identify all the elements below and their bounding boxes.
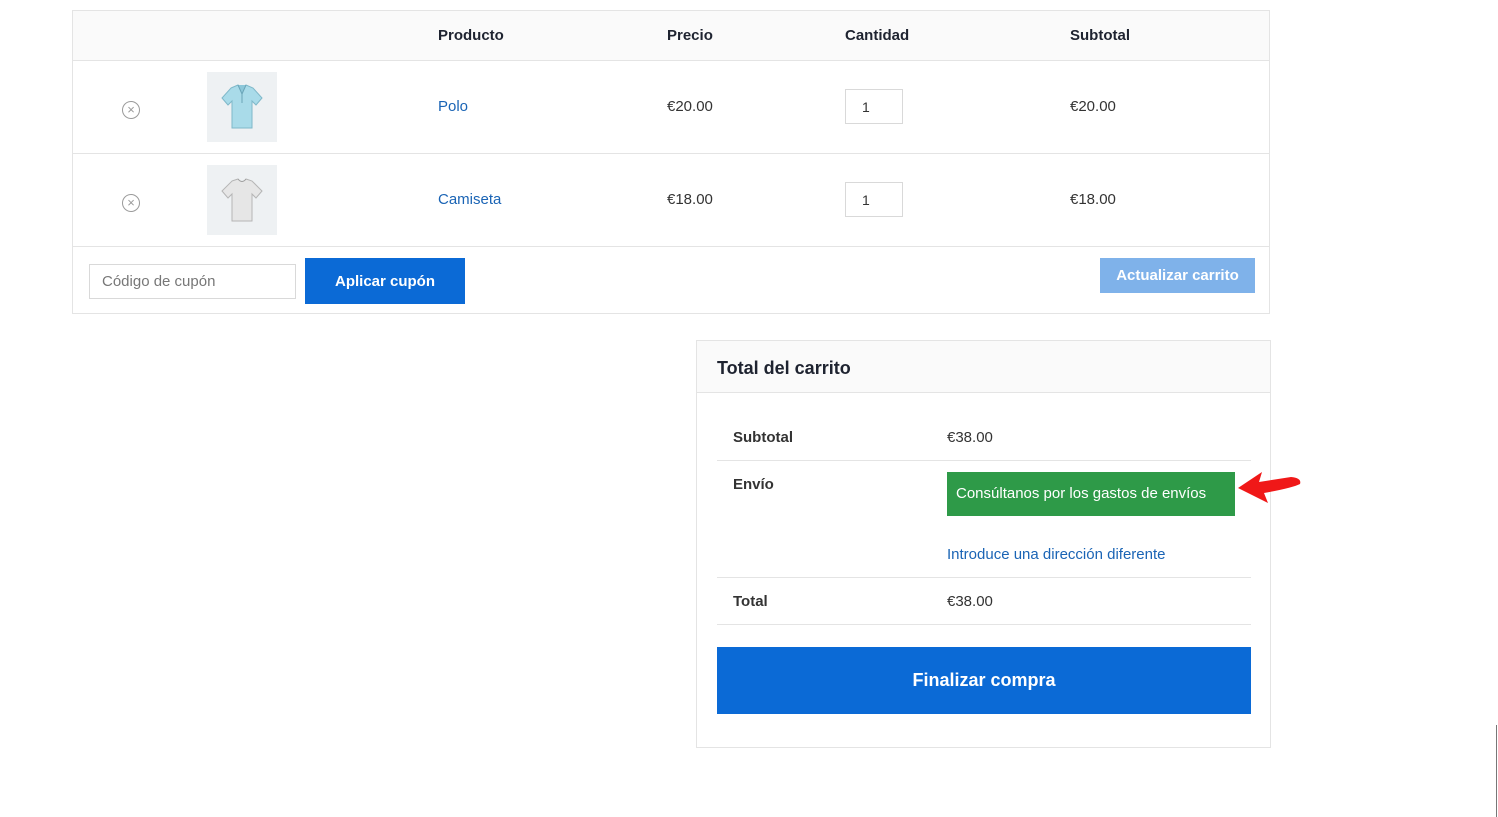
- apply-coupon-button[interactable]: Aplicar cupón: [305, 258, 465, 304]
- cart-totals: Total del carrito Subtotal €38.00 Envío …: [696, 340, 1271, 748]
- update-cart-button[interactable]: Actualizar carrito: [1100, 258, 1255, 293]
- total-value: €38.00: [947, 593, 993, 610]
- polo-thumbnail[interactable]: [207, 72, 277, 142]
- red-arrow-icon: [1238, 472, 1301, 503]
- item-price: €18.00: [667, 191, 713, 208]
- remove-item-icon[interactable]: ×: [122, 194, 140, 212]
- header-product: Producto: [438, 27, 504, 44]
- header-price: Precio: [667, 27, 713, 44]
- cart-row-polo: × Polo €20.00 €20.00: [73, 60, 1269, 154]
- cart-table-header: Producto Precio Cantidad Subtotal: [73, 11, 1269, 61]
- item-subtotal: €20.00: [1070, 98, 1116, 115]
- header-subtotal: Subtotal: [1070, 27, 1130, 44]
- divider: [717, 460, 1251, 461]
- item-price: €20.00: [667, 98, 713, 115]
- divider: [717, 624, 1251, 625]
- checkout-button[interactable]: Finalizar compra: [717, 647, 1251, 714]
- scrollbar-edge: [1496, 725, 1497, 817]
- coupon-code-input[interactable]: [89, 264, 296, 299]
- product-link-polo[interactable]: Polo: [438, 98, 468, 115]
- camiseta-thumbnail[interactable]: [207, 165, 277, 235]
- quantity-input[interactable]: [845, 182, 903, 217]
- divider: [717, 577, 1251, 578]
- cart-table: Producto Precio Cantidad Subtotal × Polo…: [72, 10, 1270, 314]
- item-subtotal: €18.00: [1070, 191, 1116, 208]
- change-address-link[interactable]: Introduce una dirección diferente: [947, 546, 1165, 563]
- cart-totals-header: Total del carrito: [697, 341, 1270, 393]
- subtotal-value: €38.00: [947, 429, 993, 446]
- subtotal-label: Subtotal: [733, 429, 793, 446]
- shipping-notice: Consúltanos por los gastos de envíos: [947, 472, 1235, 516]
- polo-shirt-icon: [221, 84, 263, 129]
- header-quantity: Cantidad: [845, 27, 910, 44]
- shipping-label: Envío: [733, 476, 774, 493]
- cart-row-camiseta: × Camiseta €18.00 €18.00: [73, 153, 1269, 247]
- product-link-camiseta[interactable]: Camiseta: [438, 191, 501, 208]
- cart-totals-title: Total del carrito: [717, 358, 851, 378]
- remove-item-icon[interactable]: ×: [122, 101, 140, 119]
- quantity-input[interactable]: [845, 89, 903, 124]
- t-shirt-icon: [221, 178, 263, 222]
- total-label: Total: [733, 593, 768, 610]
